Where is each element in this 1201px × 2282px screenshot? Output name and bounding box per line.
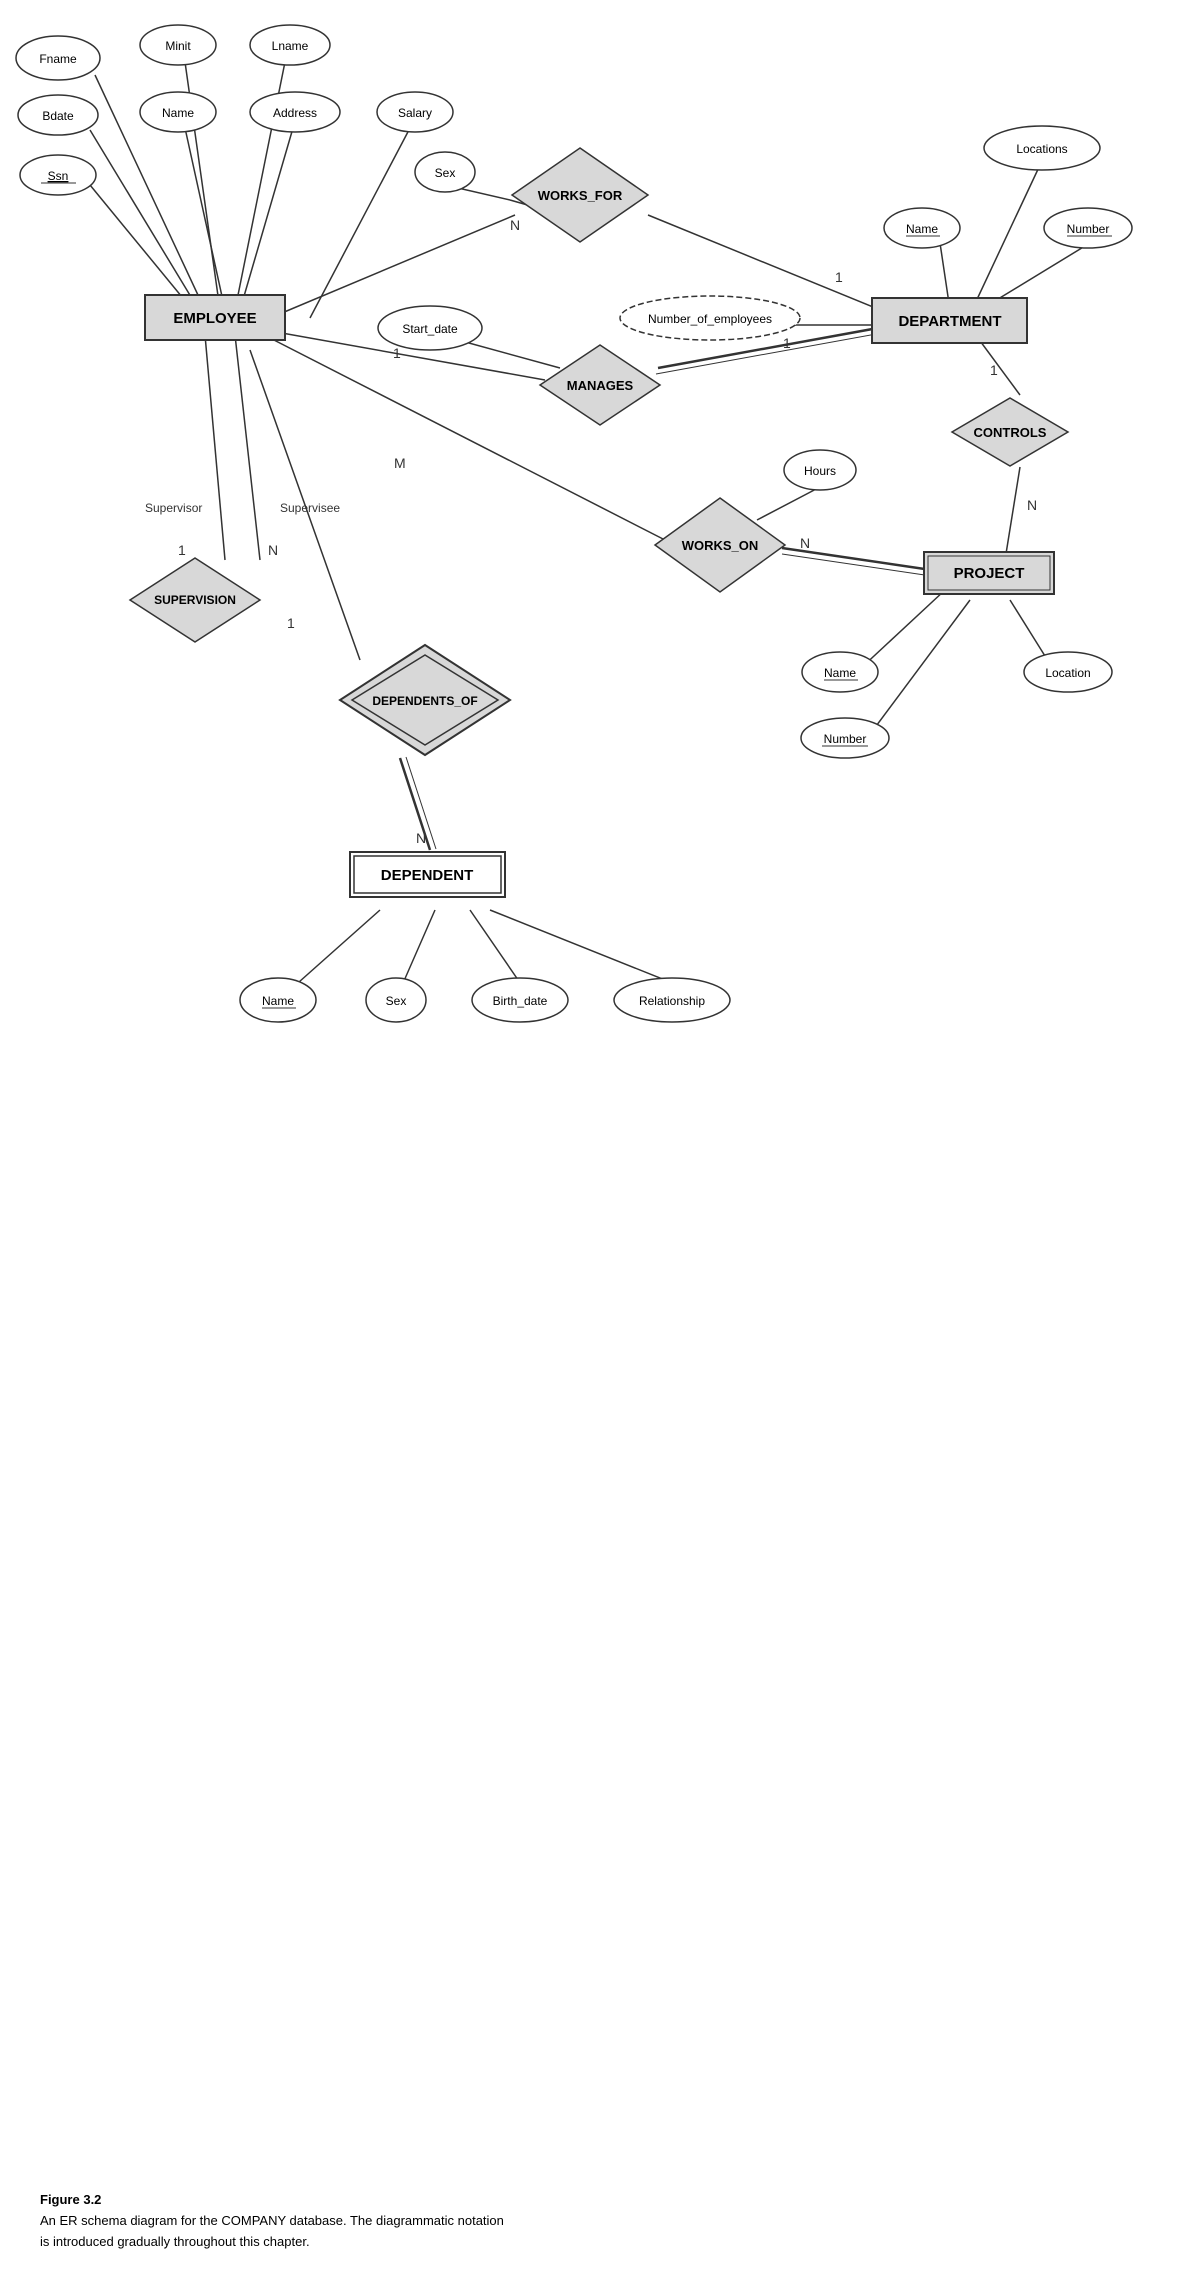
entity-department-label: DEPARTMENT [898,313,1001,330]
attr-name-dept-label: Name [906,222,938,236]
attr-name-proj-label: Name [824,666,856,680]
attr-name-emp-label: Name [162,106,194,120]
attr-birth-date-label: Birth_date [493,994,548,1008]
cardinality-n-controls-proj: N [1027,497,1037,513]
attr-number-dept-label: Number [1067,222,1110,236]
caption-line2: is introduced gradually throughout this … [40,2234,310,2249]
cardinality-1-works-for-dept: 1 [835,269,843,285]
cardinality-1-controls-dept: 1 [990,362,998,378]
cardinality-1-manages-dept: 1 [783,335,791,351]
cardinality-n-supervision: N [268,542,278,558]
rel-supervision-label: SUPERVISION [154,593,236,607]
cardinality-m-works-on-emp: M [394,455,406,471]
label-supervisor: Supervisor [145,501,202,515]
attr-name-dep-label: Name [262,994,294,1008]
attr-sex-emp-label: Sex [435,166,456,180]
attr-address-label: Address [273,106,317,120]
attr-start-date-label: Start_date [402,322,458,336]
attr-location-proj-label: Location [1045,666,1090,680]
attr-num-employees-label: Number_of_employees [648,312,772,326]
cardinality-1-supervision: 1 [178,542,186,558]
cardinality-1-dependents-of-emp: 1 [287,615,295,631]
rel-works-for-label: WORKS_FOR [538,188,623,203]
rel-manages-label: MANAGES [567,378,634,393]
attr-salary-label: Salary [398,106,432,120]
caption-title: Figure 3.2 [40,2192,101,2207]
rel-works-on-label: WORKS_ON [682,538,759,553]
caption-line1: An ER schema diagram for the COMPANY dat… [40,2213,504,2228]
attr-number-proj-label: Number [824,732,867,746]
er-diagram-container: N 1 1 1 M N 1 N Supervisor 1 Supervisee … [0,0,1201,1100]
attr-bdate-label: Bdate [42,109,74,123]
attr-fname-label: Fname [39,52,77,66]
entity-employee-label: EMPLOYEE [173,310,256,327]
attr-sex-dep-label: Sex [386,994,407,1008]
figure-caption: Figure 3.2 An ER schema diagram for the … [20,2190,1201,2272]
attr-minit-label: Minit [165,39,191,53]
attr-hours-label: Hours [804,464,836,478]
label-supervisee: Supervisee [280,501,340,515]
attr-relationship-label: Relationship [639,994,705,1008]
attr-lname-label: Lname [272,39,309,53]
rel-controls-label: CONTROLS [974,425,1047,440]
attr-locations-label: Locations [1016,142,1067,156]
cardinality-n-works-on-proj: N [800,535,810,551]
cardinality-n-dependents-of-dep: N [416,830,426,846]
entity-project-label: PROJECT [954,565,1025,582]
attr-ssn-label: Ssn [48,169,69,183]
er-diagram-svg: N 1 1 1 M N 1 N Supervisor 1 Supervisee … [0,0,1201,1100]
entity-dependent-label: DEPENDENT [381,867,474,884]
cardinality-1-manages-emp: 1 [393,345,401,361]
rel-dependents-of-label: DEPENDENTS_OF [372,694,477,708]
cardinality-n-works-for-emp: N [510,217,520,233]
